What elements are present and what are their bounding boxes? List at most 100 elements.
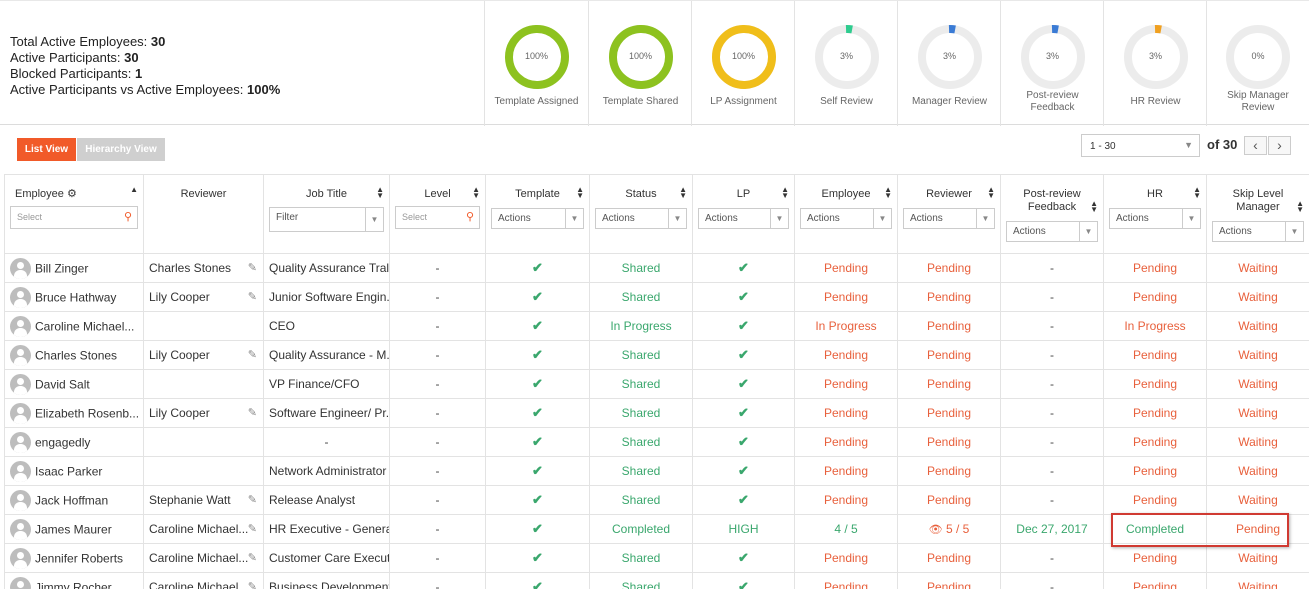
page-range-select[interactable]: 1 - 30 ▼ (1081, 134, 1200, 157)
reviewer-review-cell[interactable]: Pending (897, 427, 1001, 457)
employee-name[interactable]: Caroline Michael... (35, 319, 134, 333)
employee-name[interactable]: Elizabeth Rosenb... (35, 406, 139, 420)
skip-level-cell[interactable]: Waiting (1206, 572, 1309, 589)
table-row[interactable]: Jimmy Rocher Caroline Michael... ✎ Business… (4, 572, 1309, 589)
employee-review-cell[interactable]: Pending (794, 485, 898, 515)
pencil-icon[interactable]: ✎ (248, 406, 257, 419)
col-status[interactable]: Status ▲ ▼ Actions ▼ (589, 174, 693, 254)
list-view-button[interactable]: List View (17, 138, 76, 161)
level-filter-input[interactable]: Select ⚲ (395, 206, 480, 229)
employee-name[interactable]: Isaac Parker (35, 464, 102, 478)
employee-cell[interactable]: Bill Zinger (4, 253, 144, 283)
job-title-filter-select[interactable]: Filter ▼ (269, 207, 384, 232)
employee-review-cell[interactable]: Pending (794, 253, 898, 283)
sort-icon[interactable]: ▲ ▼ (1090, 200, 1098, 214)
template-actions-select[interactable]: Actions ▼ (491, 208, 584, 229)
reviewer-review-cell[interactable]: Pending (897, 253, 1001, 283)
reviewer-review-actions-select[interactable]: Actions ▼ (903, 208, 995, 229)
pencil-icon[interactable]: ✎ (248, 348, 257, 361)
gear-icon[interactable]: ⚙ (67, 188, 77, 200)
pencil-icon[interactable]: ✎ (248, 551, 257, 564)
employee-cell[interactable]: Jack Hoffman (4, 485, 144, 515)
employee-name[interactable]: engagedly (35, 435, 90, 449)
employee-name[interactable]: Jack Hoffman (35, 493, 108, 507)
pencil-icon[interactable]: ✎ (248, 493, 257, 506)
pencil-icon[interactable]: ✎ (248, 580, 257, 589)
col-job-title[interactable]: Job Title ▲ ▼ Filter ▼ (263, 174, 390, 254)
employee-review-cell[interactable]: Pending (794, 282, 898, 312)
sort-icon[interactable]: ▲ ▼ (1296, 200, 1304, 214)
employee-cell[interactable]: Charles Stones (4, 340, 144, 370)
employee-review-cell[interactable]: Pending (794, 398, 898, 428)
hr-cell[interactable]: Pending (1103, 543, 1207, 573)
employee-cell[interactable]: Jennifer Roberts (4, 543, 144, 573)
reviewer-review-cell[interactable]: 👁 5 / 5 (897, 514, 1001, 544)
pencil-icon[interactable]: ✎ (248, 290, 257, 303)
employee-name[interactable]: David Salt (35, 377, 90, 391)
employee-filter-input[interactable]: Select ⚲ (10, 206, 138, 229)
employee-review-cell[interactable]: Pending (794, 340, 898, 370)
table-row[interactable]: engagedly - - ✔ Shared ✔ Pending Pending - Pendin… (4, 427, 1309, 457)
employee-review-cell[interactable]: 4 / 5 (794, 514, 898, 544)
hr-cell[interactable]: Pending (1103, 340, 1207, 370)
next-page-button[interactable]: › (1268, 136, 1291, 155)
table-row[interactable]: Jennifer Roberts Caroline Michael... ✎ Cust… (4, 543, 1309, 573)
employee-cell[interactable]: Elizabeth Rosenb... (4, 398, 144, 428)
skip-level-cell[interactable]: Waiting (1206, 543, 1309, 573)
employee-cell[interactable]: David Salt (4, 369, 144, 399)
hr-cell[interactable]: In Progress (1103, 311, 1207, 341)
sort-asc-icon[interactable]: ▲ (130, 186, 138, 194)
skip-level-cell[interactable]: Waiting (1206, 369, 1309, 399)
hr-cell[interactable]: Pending (1103, 398, 1207, 428)
table-row[interactable]: Bruce Hathway Lily Cooper ✎ Junior Software… (4, 282, 1309, 312)
sort-icon[interactable]: ▲ ▼ (987, 186, 995, 200)
employee-name[interactable]: Jimmy Rocher (35, 580, 112, 589)
table-row[interactable]: Elizabeth Rosenb... Lily Cooper ✎ Software … (4, 398, 1309, 428)
hr-cell[interactable]: Pending (1103, 456, 1207, 486)
skip-level-cell[interactable]: Waiting (1206, 311, 1309, 341)
employee-cell[interactable]: Caroline Michael... (4, 311, 144, 341)
skip-level-cell[interactable]: Waiting (1206, 456, 1309, 486)
skip-level-cell[interactable]: Waiting (1206, 253, 1309, 283)
table-row[interactable]: Bill Zinger Charles Stones ✎ Quality Assura… (4, 253, 1309, 283)
employee-cell[interactable]: Jimmy Rocher (4, 572, 144, 589)
col-employee-review[interactable]: Employee ▲ ▼ Actions ▼ (794, 174, 898, 254)
col-lp[interactable]: LP ▲ ▼ Actions ▼ (692, 174, 795, 254)
col-skip-level-manager[interactable]: Skip Level Manager ▲ ▼ Actions ▼ (1206, 174, 1309, 254)
reviewer-review-cell[interactable]: Pending (897, 282, 1001, 312)
table-row[interactable]: Isaac Parker Network Administrator - ✔ Share… (4, 456, 1309, 486)
pencil-icon[interactable]: ✎ (248, 261, 257, 274)
employee-name[interactable]: Jennifer Roberts (35, 551, 123, 565)
hr-cell[interactable]: Completed (1103, 514, 1207, 544)
reviewer-review-cell[interactable]: Pending (897, 340, 1001, 370)
sort-icon[interactable]: ▲ ▼ (884, 186, 892, 200)
reviewer-review-cell[interactable]: Pending (897, 311, 1001, 341)
skip-level-cell[interactable]: Waiting (1206, 485, 1309, 515)
col-hr[interactable]: HR ▲ ▼ Actions ▼ (1103, 174, 1207, 254)
employee-review-cell[interactable]: Pending (794, 427, 898, 457)
sort-icon[interactable]: ▲ ▼ (376, 186, 384, 200)
col-template[interactable]: Template ▲ ▼ Actions ▼ (485, 174, 590, 254)
table-row[interactable]: Caroline Michael... CEO - ✔ In Progress ✔ In P… (4, 311, 1309, 341)
hr-cell[interactable]: Pending (1103, 369, 1207, 399)
sort-icon[interactable]: ▲ ▼ (781, 186, 789, 200)
col-employee[interactable]: Employee ⚙ ▲ Select ⚲ (4, 174, 144, 254)
hr-cell[interactable]: Pending (1103, 427, 1207, 457)
sort-icon[interactable]: ▲ ▼ (472, 186, 480, 200)
eye-icon[interactable]: 👁 (929, 524, 943, 536)
employee-review-cell[interactable]: In Progress (794, 311, 898, 341)
skip-level-actions-select[interactable]: Actions ▼ (1212, 221, 1304, 242)
employee-review-actions-select[interactable]: Actions ▼ (800, 208, 892, 229)
reviewer-review-cell[interactable]: Pending (897, 456, 1001, 486)
employee-review-cell[interactable]: Pending (794, 572, 898, 589)
hierarchy-view-button[interactable]: Hierarchy View (77, 138, 165, 161)
hr-cell[interactable]: Pending (1103, 282, 1207, 312)
table-row[interactable]: Charles Stones Lily Cooper ✎ Quality Assura… (4, 340, 1309, 370)
skip-level-cell[interactable]: Waiting (1206, 427, 1309, 457)
employee-name[interactable]: Bruce Hathway (35, 290, 116, 304)
table-row[interactable]: James Maurer Caroline Michael... ✎ HR Execu… (4, 514, 1309, 544)
reviewer-review-cell[interactable]: Pending (897, 485, 1001, 515)
col-post-review-feedback[interactable]: Post-review Feedback ▲ ▼ Actions ▼ (1000, 174, 1104, 254)
pencil-icon[interactable]: ✎ (248, 522, 257, 535)
employee-review-cell[interactable]: Pending (794, 456, 898, 486)
